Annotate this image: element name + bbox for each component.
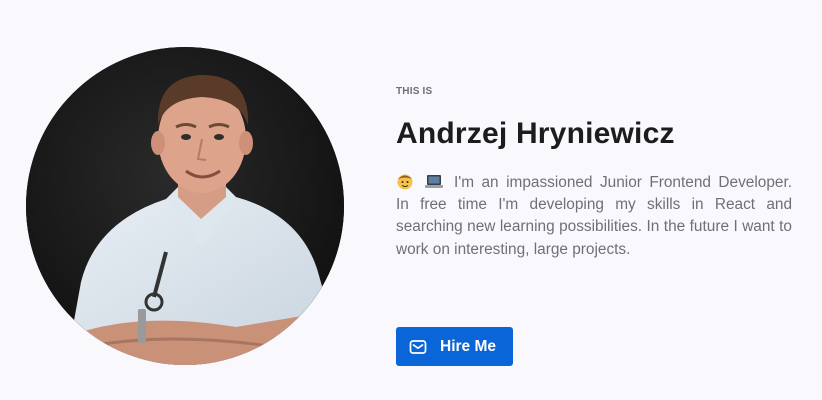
page-title: Andrzej Hryniewicz bbox=[396, 117, 675, 150]
student-face-icon bbox=[396, 172, 414, 190]
bio-paragraph: I'm an impassioned Junior Frontend Devel… bbox=[396, 172, 792, 261]
hire-me-button[interactable]: Hire Me bbox=[396, 327, 513, 366]
hero-section: THIS IS Andrzej Hryniewicz I'm an impass… bbox=[0, 0, 822, 400]
hire-me-label: Hire Me bbox=[440, 337, 496, 355]
mail-icon bbox=[409, 339, 427, 354]
bio-text: I'm an impassioned Junior Frontend Devel… bbox=[396, 174, 792, 258]
profile-photo bbox=[26, 47, 344, 365]
laptop-icon bbox=[424, 172, 444, 190]
eyebrow-label: THIS IS bbox=[396, 86, 433, 97]
intro-text: THIS IS Andrzej Hryniewicz I'm an impass… bbox=[396, 86, 792, 261]
